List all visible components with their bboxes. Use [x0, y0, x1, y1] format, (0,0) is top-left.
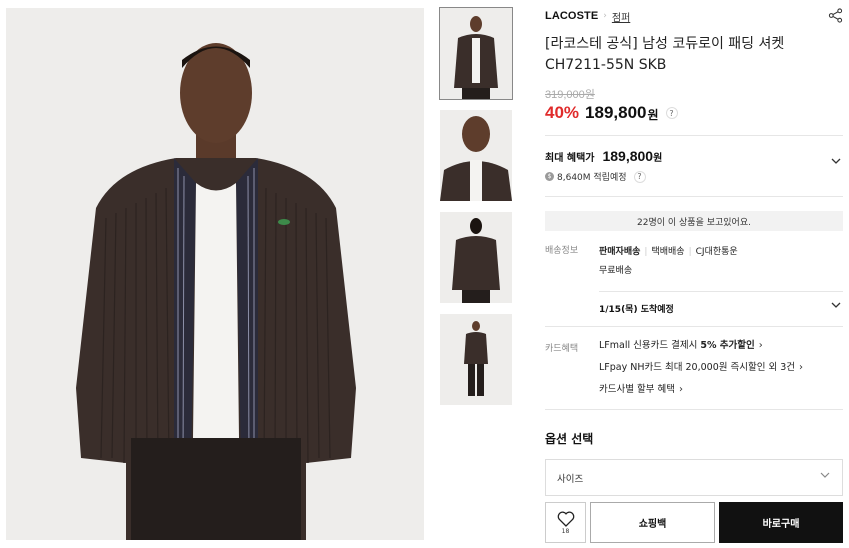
size-select-placeholder: 사이즈 — [557, 473, 584, 485]
thumbnail-2[interactable] — [440, 110, 512, 201]
thumbnail-1[interactable] — [439, 7, 513, 100]
breadcrumb: LACOSTE › 점퍼 — [545, 8, 843, 24]
divider — [545, 196, 843, 197]
max-benefit-label: 최대 혜택가 — [545, 152, 595, 164]
shipping-method: 택배배송 — [651, 247, 685, 257]
option-select-title: 옵션 선택 — [545, 432, 594, 446]
chevron-down-icon — [820, 472, 830, 478]
points-help-icon[interactable]: ? — [633, 170, 646, 183]
card-label: 카드혜택 — [545, 344, 579, 354]
action-buttons: 18 쇼핑백 바로구매 — [545, 502, 843, 543]
product-info-panel: LACOSTE › 점퍼 [라코스테 공식] 남성 코듀로이 패딩 셔켓 CH7… — [545, 8, 843, 496]
card-benefit-lfmall[interactable]: LFmall 신용카드 결제시 5% 추가할인 › — [599, 335, 843, 357]
wishlist-count: 18 — [561, 527, 570, 535]
mileage-coin-icon: $ — [545, 172, 554, 181]
size-select[interactable]: 사이즈 — [545, 459, 843, 496]
card-installment-text: 카드사별 할부 혜택 — [599, 384, 675, 395]
price-help-icon[interactable]: ? — [665, 107, 678, 119]
price-row: 40% 189,800 원 ? — [545, 103, 843, 123]
points-text: 8,640M 적립예정 — [557, 173, 627, 183]
thumbnail-3[interactable] — [440, 212, 512, 303]
product-title-line2: CH7211-55N SKB — [545, 57, 667, 73]
category-link[interactable]: 점퍼 — [612, 9, 630, 24]
shipping-fee: 무료배송 — [599, 266, 633, 276]
chevron-right-icon: › — [799, 362, 804, 373]
thumbnail-list — [439, 7, 513, 416]
main-product-image[interactable] — [6, 8, 424, 540]
heart-icon — [557, 511, 574, 527]
wishlist-button[interactable]: 18 — [545, 502, 586, 543]
divider — [545, 409, 843, 410]
original-price: 319,000원 — [545, 89, 595, 101]
share-icon[interactable] — [828, 8, 843, 23]
chevron-right-icon: › — [758, 340, 763, 351]
discount-rate: 40% — [545, 103, 580, 122]
card-benefit-lfpay[interactable]: LFpay NH카드 최대 20,000원 즉시할인 외 3건 › — [599, 357, 843, 379]
viewers-banner: 22명이 이 상품을 보고있어요. — [545, 211, 843, 231]
card-benefit-lfpay-text: LFpay NH카드 최대 20,000원 즉시할인 외 3건 — [599, 362, 796, 373]
price-unit: 원 — [647, 108, 659, 122]
sale-price: 189,800 — [585, 103, 647, 122]
product-title: [라코스테 공식] 남성 코듀로이 패딩 셔켓 CH7211-55N SKB — [545, 34, 843, 76]
card-benefit-lfmall-bold: 5% 추가할인 — [700, 340, 755, 351]
arrival-estimate[interactable]: 1/15(목) 도착예정 — [599, 302, 843, 315]
shipping-carrier: CJ대한통운 — [695, 247, 738, 257]
chevron-right-icon: › — [603, 11, 607, 21]
product-title-line1: [라코스테 공식] 남성 코듀로이 패딩 셔켓 — [545, 36, 785, 52]
max-benefit-section[interactable]: 최대 혜택가 189,800 원 $ 8,640M 적립예정 ? — [545, 136, 843, 196]
card-benefit-lfmall-text: LFmall 신용카드 결제시 — [599, 340, 701, 351]
thumbnail-4[interactable] — [440, 314, 512, 405]
card-benefits: 카드혜택 LFmall 신용카드 결제시 5% 추가할인 › LFpay NH카드… — [545, 327, 843, 401]
add-to-cart-button[interactable]: 쇼핑백 — [590, 502, 715, 543]
chevron-down-icon[interactable] — [831, 302, 841, 309]
max-benefit-price: 189,800 — [602, 148, 654, 164]
brand-link[interactable]: LACOSTE — [545, 10, 598, 22]
shipping-info: 배송정보 판매자배송 | 택배배송 | CJ대한통운 무료배송 — [545, 243, 843, 281]
chevron-right-icon: › — [678, 384, 683, 395]
seller-shipping: 판매자배송 — [599, 247, 641, 257]
arrival-date: 1/15(목) 도착예정 — [599, 305, 674, 315]
max-benefit-unit: 원 — [653, 152, 663, 164]
shipping-label: 배송정보 — [545, 246, 579, 256]
card-installment[interactable]: 카드사별 할부 혜택 › — [599, 379, 843, 401]
divider — [599, 291, 843, 292]
buy-now-button[interactable]: 바로구매 — [719, 502, 843, 543]
chevron-down-icon[interactable] — [831, 158, 841, 165]
